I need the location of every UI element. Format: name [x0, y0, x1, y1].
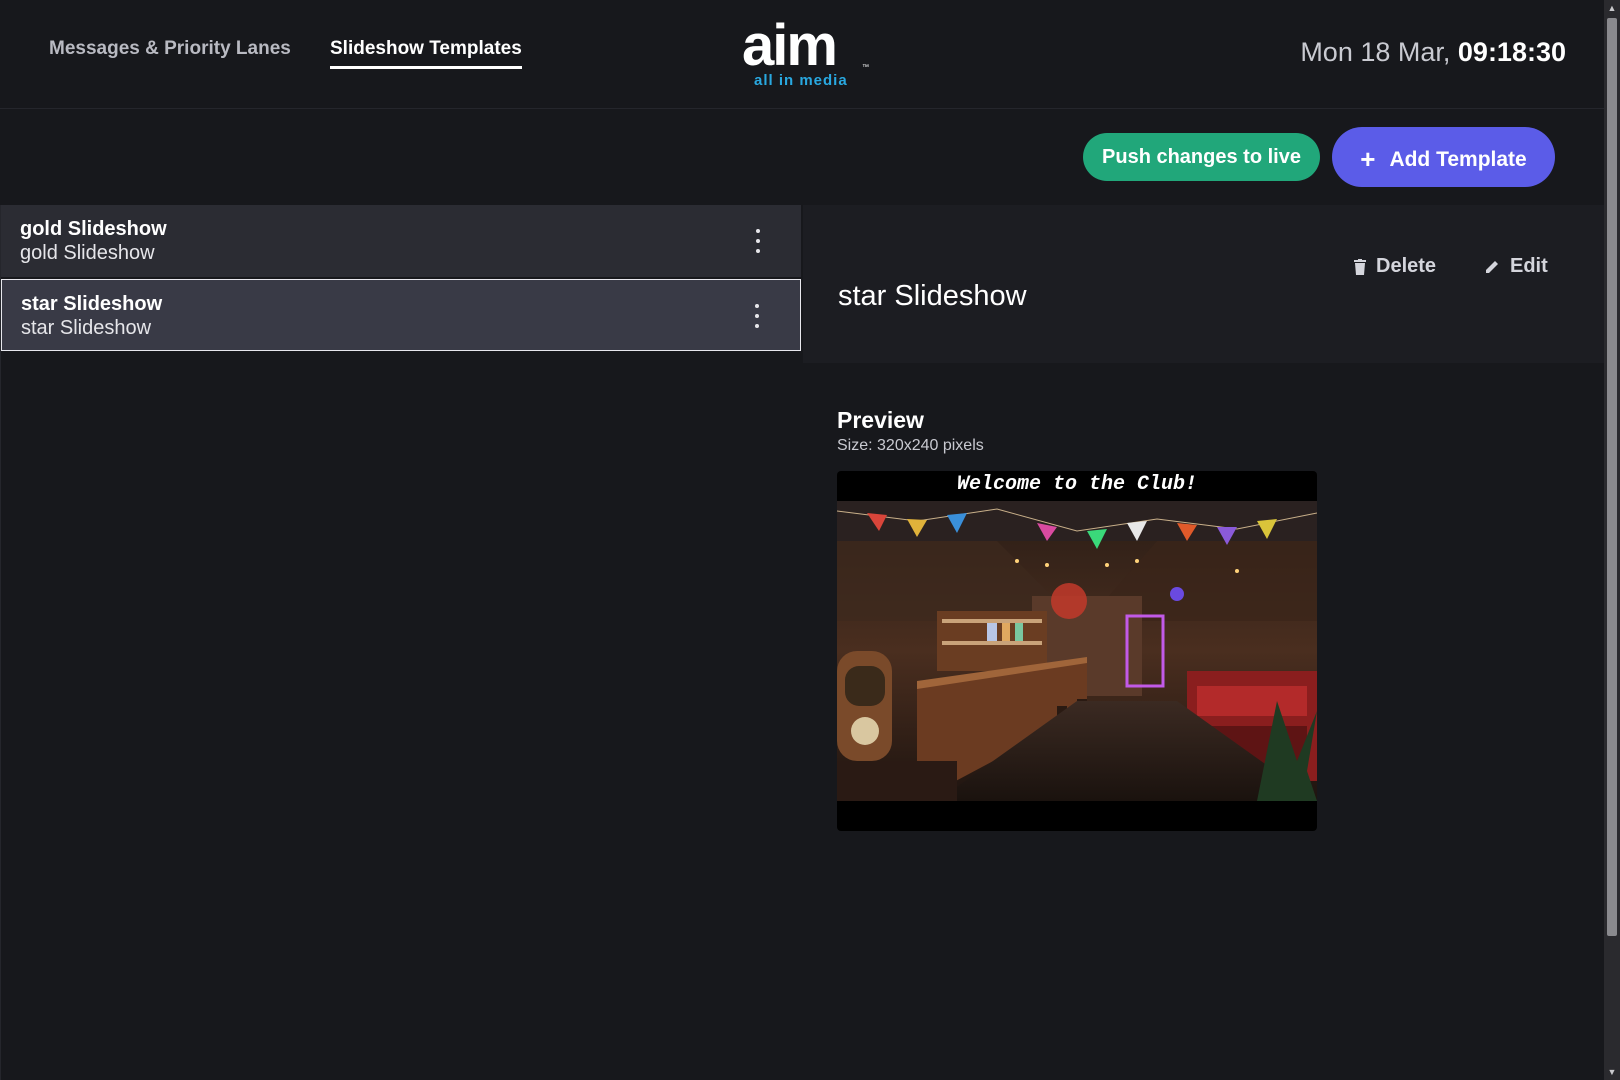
- more-options-icon[interactable]: [753, 229, 763, 253]
- template-list: gold Slideshow gold Slideshow star Slide…: [0, 205, 804, 1080]
- edit-button[interactable]: Edit: [1484, 255, 1548, 278]
- action-bar: Push changes to live + Add Template: [0, 109, 1604, 206]
- preview-image-bar-scene: [837, 501, 1317, 801]
- top-bar: Messages & Priority Lanes Slideshow Temp…: [0, 0, 1604, 109]
- template-item-title: gold Slideshow: [20, 218, 167, 240]
- delete-button[interactable]: Delete: [1354, 255, 1436, 278]
- pencil-icon: [1486, 260, 1498, 273]
- template-item-subtitle: gold Slideshow: [20, 242, 155, 264]
- template-item-title: star Slideshow: [21, 293, 163, 315]
- clock-time: 09:18:30: [1457, 37, 1566, 67]
- aim-logo: aim ™ all in media: [742, 14, 872, 94]
- add-template-button[interactable]: + Add Template: [1332, 127, 1555, 187]
- scroll-up-arrow-icon[interactable]: ▲: [1604, 0, 1620, 16]
- edit-label: Edit: [1510, 255, 1548, 277]
- scroll-thumb[interactable]: [1607, 18, 1617, 936]
- logo-subtitle: all in media: [754, 72, 848, 89]
- template-item-gold[interactable]: gold Slideshow gold Slideshow: [1, 205, 801, 277]
- clock-date: Mon 18 Mar,: [1300, 37, 1451, 67]
- clock: Mon 18 Mar, 09:18:30: [1300, 37, 1566, 68]
- tab-slideshow-templates[interactable]: Slideshow Templates: [330, 38, 522, 69]
- delete-label: Delete: [1376, 255, 1437, 277]
- more-options-icon[interactable]: [752, 304, 762, 328]
- preview-heading: Preview: [837, 407, 924, 433]
- preview-size: Size: 320x240 pixels: [837, 437, 984, 454]
- vertical-scrollbar[interactable]: ▲ ▼: [1604, 0, 1620, 1080]
- template-item-star[interactable]: star Slideshow star Slideshow: [1, 279, 801, 351]
- plus-icon: +: [1360, 143, 1376, 174]
- preview-section: Preview Size: 320x240 pixels Welcome to …: [803, 363, 1604, 1080]
- template-detail-header: Delete Edit star Slideshow: [803, 205, 1604, 363]
- trash-icon: [1354, 258, 1366, 275]
- preview-caption: Welcome to the Club!: [956, 473, 1198, 496]
- tab-messages-priority-lanes[interactable]: Messages & Priority Lanes: [49, 38, 291, 66]
- logo-trademark: ™: [862, 64, 869, 71]
- template-title: star Slideshow: [838, 280, 1027, 312]
- scroll-down-arrow-icon[interactable]: ▼: [1604, 1064, 1620, 1080]
- logo-word: aim: [742, 13, 838, 78]
- slideshow-preview: Welcome to the Club!: [837, 471, 1317, 831]
- add-template-label: Add Template: [1389, 147, 1527, 171]
- template-item-subtitle: star Slideshow: [21, 317, 152, 339]
- push-changes-button[interactable]: Push changes to live: [1083, 133, 1320, 181]
